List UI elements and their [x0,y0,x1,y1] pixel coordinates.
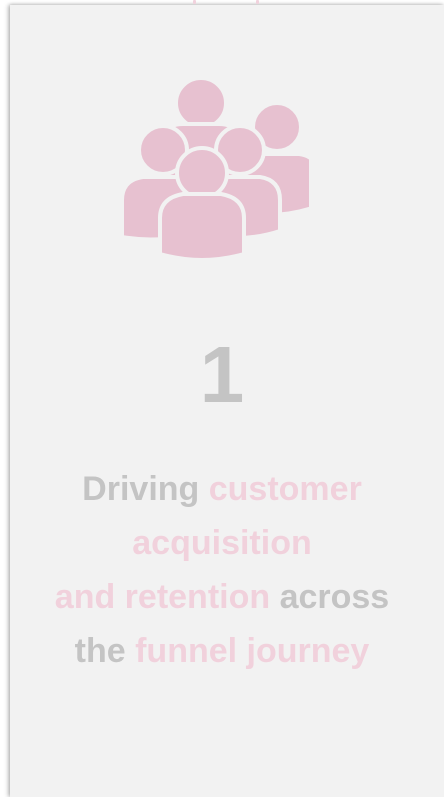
highlighted-text: and retention [54,578,271,616]
highlighted-text: funnel journey [135,632,370,670]
description-line: the funnel journey [10,624,434,678]
group-users-icon [113,76,309,261]
description-line: acquisition [10,516,434,570]
description-line: Driving customer [10,462,434,516]
description-text: the [74,632,136,670]
top-decoration [256,0,259,4]
description-text: Driving [82,470,209,508]
highlighted-text: acquisition [132,524,312,562]
step-number: 1 [199,330,245,419]
highlighted-text: customer [208,470,362,508]
step-description: Driving customer acquisition and retention… [10,462,434,678]
description-line: and retention across [10,570,434,624]
description-text: across [270,578,390,616]
top-decoration [193,0,196,4]
